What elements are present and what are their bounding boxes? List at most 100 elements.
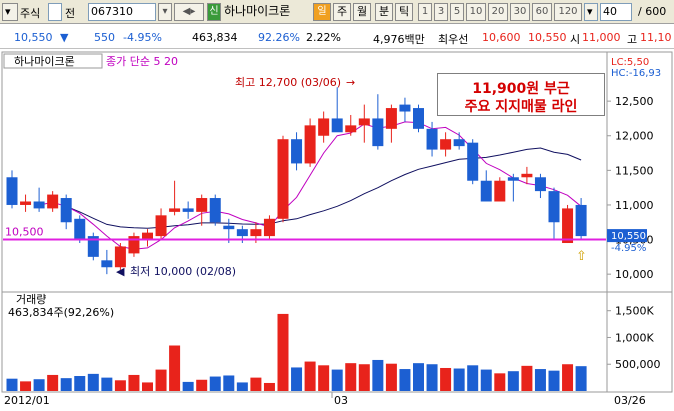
candle-body — [6, 177, 18, 205]
volume-bar — [453, 368, 465, 391]
volume-bar — [494, 373, 506, 391]
ma-legend: 종가 단순 5 20 — [106, 55, 178, 68]
stock-chart[interactable]: 12,500 12,000 11,500 11,000 10,500 10,000 1,5… — [0, 0, 674, 411]
volume-bar — [33, 379, 45, 391]
volume-bar — [480, 369, 492, 391]
volume-bar — [128, 374, 140, 391]
volume-title: 거래량 — [16, 293, 46, 306]
volume-bar — [47, 374, 59, 391]
volume-bar — [548, 370, 560, 391]
lc-label: LC:5,50 — [611, 57, 649, 68]
annotation-line-1: 11,900원 부근 — [472, 81, 570, 97]
candle-body — [291, 139, 303, 164]
hc-label: HC:-16,93 — [611, 68, 661, 79]
volume-y-tick-label: 1,000K — [615, 331, 654, 344]
volume-bar — [385, 363, 397, 391]
up-arrow-icon: ⇧ — [576, 249, 587, 264]
volume-bar — [575, 366, 587, 391]
candle-body — [534, 177, 546, 192]
candle-body — [399, 104, 411, 112]
candle-body — [426, 128, 438, 150]
volume-bar — [74, 376, 86, 391]
volume-bar — [20, 381, 32, 391]
candle-body — [480, 180, 492, 202]
volume-y-tick-label: 1,500K — [615, 305, 654, 318]
y-tick-label: 11,000 — [615, 199, 654, 212]
x-label-end: 03/26 — [614, 394, 646, 407]
candle-body — [575, 204, 587, 237]
high-arrow-icon: → — [346, 76, 355, 89]
volume-bar — [372, 359, 384, 391]
candle-body — [169, 208, 181, 212]
volume-bar — [155, 369, 167, 391]
y-tick-label: 11,500 — [615, 164, 654, 177]
support-label: 10,500 — [5, 226, 44, 239]
candle-body — [33, 201, 45, 209]
volume-series — [6, 313, 587, 391]
candle-body — [20, 201, 32, 205]
candle-body — [60, 198, 72, 223]
volume-bar — [142, 382, 153, 391]
low-arrow-icon: ◀ — [116, 265, 125, 278]
current-price-tag-text: 10,550 — [611, 231, 646, 242]
volume-bar — [358, 364, 370, 391]
candle-body — [155, 215, 167, 237]
volume-bar — [562, 364, 574, 391]
volume-bar — [101, 377, 113, 391]
high-annotation: 최고 12,700 (03/06) — [235, 76, 341, 89]
candle-body — [101, 260, 113, 268]
candle-body — [250, 229, 262, 237]
support-annotation-box: 11,900원 부근 주요 지지매물 라인 — [437, 73, 605, 116]
x-label-start: 2012/01 — [4, 394, 50, 407]
volume-bar — [209, 376, 221, 391]
candle-body — [236, 229, 248, 237]
volume-value: 463,834주(92,26%) — [8, 306, 114, 319]
candle-body — [223, 225, 235, 230]
candle-body — [304, 125, 316, 164]
volume-bar — [87, 373, 99, 391]
volume-bar — [413, 363, 424, 391]
candle-body — [358, 118, 370, 126]
candle-body — [142, 232, 153, 240]
candle-body — [47, 194, 59, 209]
volume-bar — [467, 365, 479, 391]
volume-bar — [507, 371, 519, 391]
volume-bar — [182, 381, 194, 391]
volume-bar — [304, 361, 316, 391]
candle-body — [453, 139, 465, 147]
candle-body — [372, 118, 384, 147]
candle-body — [196, 198, 208, 212]
low-annotation: 최저 10,000 (02/08) — [130, 265, 236, 278]
candle-body — [209, 198, 221, 223]
candle-body — [331, 118, 343, 133]
volume-y-tick-label: 500,000 — [615, 358, 661, 371]
y-tick-label: 12,500 — [615, 95, 654, 108]
candle-body — [263, 218, 275, 237]
y-tick-label: 12,000 — [615, 130, 654, 143]
volume-bar — [60, 378, 72, 391]
volume-bar — [223, 375, 235, 391]
volume-bar — [169, 345, 181, 391]
candle-body — [385, 108, 397, 129]
candle-body — [507, 177, 519, 181]
volume-bar — [345, 363, 357, 391]
candle-body — [562, 208, 574, 244]
candle-body — [413, 108, 424, 129]
candle-body — [182, 208, 194, 212]
y-tick-label: 10,000 — [615, 268, 654, 281]
volume-bar — [399, 369, 411, 391]
volume-y-axis: 1,500K 1,000K 500,000 — [607, 305, 661, 371]
volume-bar — [534, 369, 546, 391]
annotation-line-2: 주요 지지매물 라인 — [464, 99, 578, 115]
candle-body — [345, 125, 357, 133]
volume-bar — [196, 379, 208, 391]
volume-bar — [426, 364, 438, 391]
candle-body — [548, 191, 560, 223]
chart-title: 하나마이크론 — [14, 54, 75, 68]
volume-bar — [318, 365, 330, 391]
candle-body — [521, 173, 533, 178]
volume-bar — [114, 380, 126, 391]
volume-bar — [6, 378, 18, 391]
volume-bar — [277, 313, 289, 391]
x-label-march: 03 — [334, 394, 348, 407]
